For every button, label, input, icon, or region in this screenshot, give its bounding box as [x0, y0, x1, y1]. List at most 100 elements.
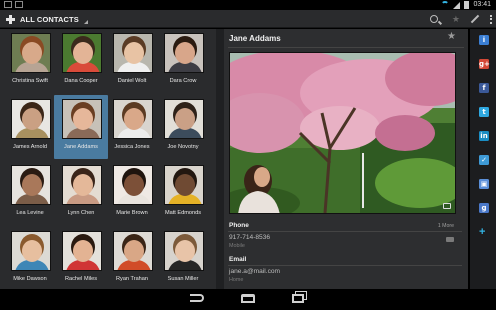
contact-name: Jessica Jones [114, 144, 150, 150]
action-bar-actions: ★ [429, 10, 492, 28]
messenger-icon[interactable]: ✓ [479, 155, 489, 165]
contact-tile[interactable]: Lynn Chen [54, 161, 108, 225]
contact-avatar [11, 165, 51, 205]
avatar-face [73, 108, 93, 130]
google-plus-icon[interactable]: g+ [479, 59, 490, 69]
avatar-face [124, 42, 144, 64]
linkedin-icon[interactable]: in [479, 131, 489, 141]
spinner-caret-icon [83, 19, 88, 24]
home-icon[interactable] [241, 294, 255, 303]
contact-tile[interactable]: Ryan Trahan [105, 227, 159, 289]
phone-number[interactable]: 917-714-8536 [229, 234, 270, 241]
contact-avatar [11, 33, 51, 73]
download-notification-icon [15, 1, 23, 8]
contact-name: Christina Swift [12, 78, 48, 84]
contact-avatar [113, 99, 153, 139]
contact-name: Daniel Wolt [117, 78, 147, 84]
contact-name: Jane Addams [64, 144, 98, 150]
contact-tile[interactable]: Daniel Wolt [105, 29, 159, 93]
contact-avatar [62, 33, 102, 73]
camera-icon[interactable] [443, 203, 451, 209]
panel-divider [216, 29, 224, 289]
phone-section-label: Phone [229, 222, 249, 229]
navigation-bar [0, 289, 496, 310]
wifi-icon [441, 1, 450, 9]
contact-name: Dana Cooper [64, 78, 98, 84]
social-apps-strip: + i g+ f t in ✓ ▣ g [470, 29, 496, 289]
filter-title: ALL CONTACTS [20, 14, 79, 24]
battery-icon [464, 1, 470, 9]
contact-tile[interactable]: Matt Edmonds [156, 161, 210, 225]
phone-type: Mobile [229, 243, 245, 249]
clock: 03:41 [473, 1, 491, 8]
contact-avatar [113, 231, 153, 271]
avatar-face [175, 174, 195, 196]
contact-tile[interactable]: Jessica Jones [105, 95, 159, 159]
divider [228, 265, 462, 266]
contact-tile[interactable]: Susan Miller [156, 227, 210, 289]
avatar-face [124, 108, 144, 130]
contact-detail-panel: Jane Addams ★ Phone 1 More 917-714-8536 [224, 29, 468, 289]
edit-icon[interactable] [470, 14, 480, 24]
contact-tile[interactable]: Lea Levine [3, 161, 57, 225]
contact-name: Mike Dawson [13, 276, 47, 282]
add-contact-icon[interactable] [6, 14, 15, 24]
divider [228, 231, 462, 232]
email-section-label: Email [229, 256, 247, 263]
info-icon[interactable]: i [479, 35, 489, 45]
avatar-face [124, 240, 144, 262]
twitter-icon[interactable]: t [479, 107, 489, 117]
avatar-face [22, 240, 42, 262]
contact-avatar [164, 231, 204, 271]
favorite-action-icon[interactable]: ★ [452, 14, 460, 24]
contact-photo[interactable] [229, 52, 456, 214]
contact-tile[interactable]: Mike Dawson [3, 227, 57, 289]
image-icon[interactable]: ▣ [479, 179, 489, 189]
back-icon[interactable] [190, 294, 204, 302]
message-icon[interactable] [446, 237, 454, 242]
contact-name: Marie Brown [116, 210, 148, 216]
signal-icon [453, 1, 461, 9]
contact-avatar [11, 99, 51, 139]
contact-name: Matt Edmonds [164, 210, 202, 216]
avatar-face [175, 240, 195, 262]
contact-tile[interactable]: Dara Crow [156, 29, 210, 93]
gallery-notification-icon [4, 1, 12, 8]
avatar-face [22, 108, 42, 130]
contact-tile[interactable]: Joe Novotny [156, 95, 210, 159]
contact-avatar [164, 33, 204, 73]
recent-apps-icon[interactable] [292, 294, 304, 303]
contact-avatar [62, 165, 102, 205]
facebook-icon[interactable]: f [479, 83, 489, 93]
contact-tile[interactable]: Christina Swift [3, 29, 57, 93]
contact-name: Joe Novotny [167, 144, 199, 150]
notification-icons [4, 1, 23, 8]
contact-tile[interactable]: Dana Cooper [54, 29, 108, 93]
email-address[interactable]: jane.a@mail.com [229, 268, 280, 275]
contact-name: Lea Levine [16, 210, 44, 216]
search-icon[interactable] [429, 15, 438, 23]
contact-avatar [113, 165, 153, 205]
more-phones-button[interactable]: 1 More [438, 223, 454, 229]
contact-grid: Christina Swift Dana Cooper Daniel Wolt Dar… [0, 29, 216, 289]
contacts-filter-spinner[interactable]: ALL CONTACTS [6, 10, 88, 28]
contact-name: James Arnold [13, 144, 47, 150]
divider [228, 47, 464, 48]
avatar-face [175, 108, 195, 130]
add-connection-icon[interactable]: + [479, 227, 485, 238]
contact-avatar [164, 165, 204, 205]
contact-tile[interactable]: Jane Addams [54, 95, 108, 159]
email-type: Home [229, 277, 244, 283]
contact-tile[interactable]: Rachel Miles [54, 227, 108, 289]
cherry-blossom-photo [230, 53, 455, 213]
avatar-face [73, 240, 93, 262]
contact-name-heading: Jane Addams [229, 34, 281, 43]
contact-avatar [164, 99, 204, 139]
star-icon[interactable]: ★ [447, 31, 456, 42]
system-icons: 03:41 [441, 0, 491, 10]
contact-tile[interactable]: Marie Brown [105, 161, 159, 225]
overflow-menu-icon[interactable] [490, 14, 492, 24]
google-icon[interactable]: g [479, 203, 489, 213]
contact-tile[interactable]: James Arnold [3, 95, 57, 159]
avatar-face [175, 42, 195, 64]
